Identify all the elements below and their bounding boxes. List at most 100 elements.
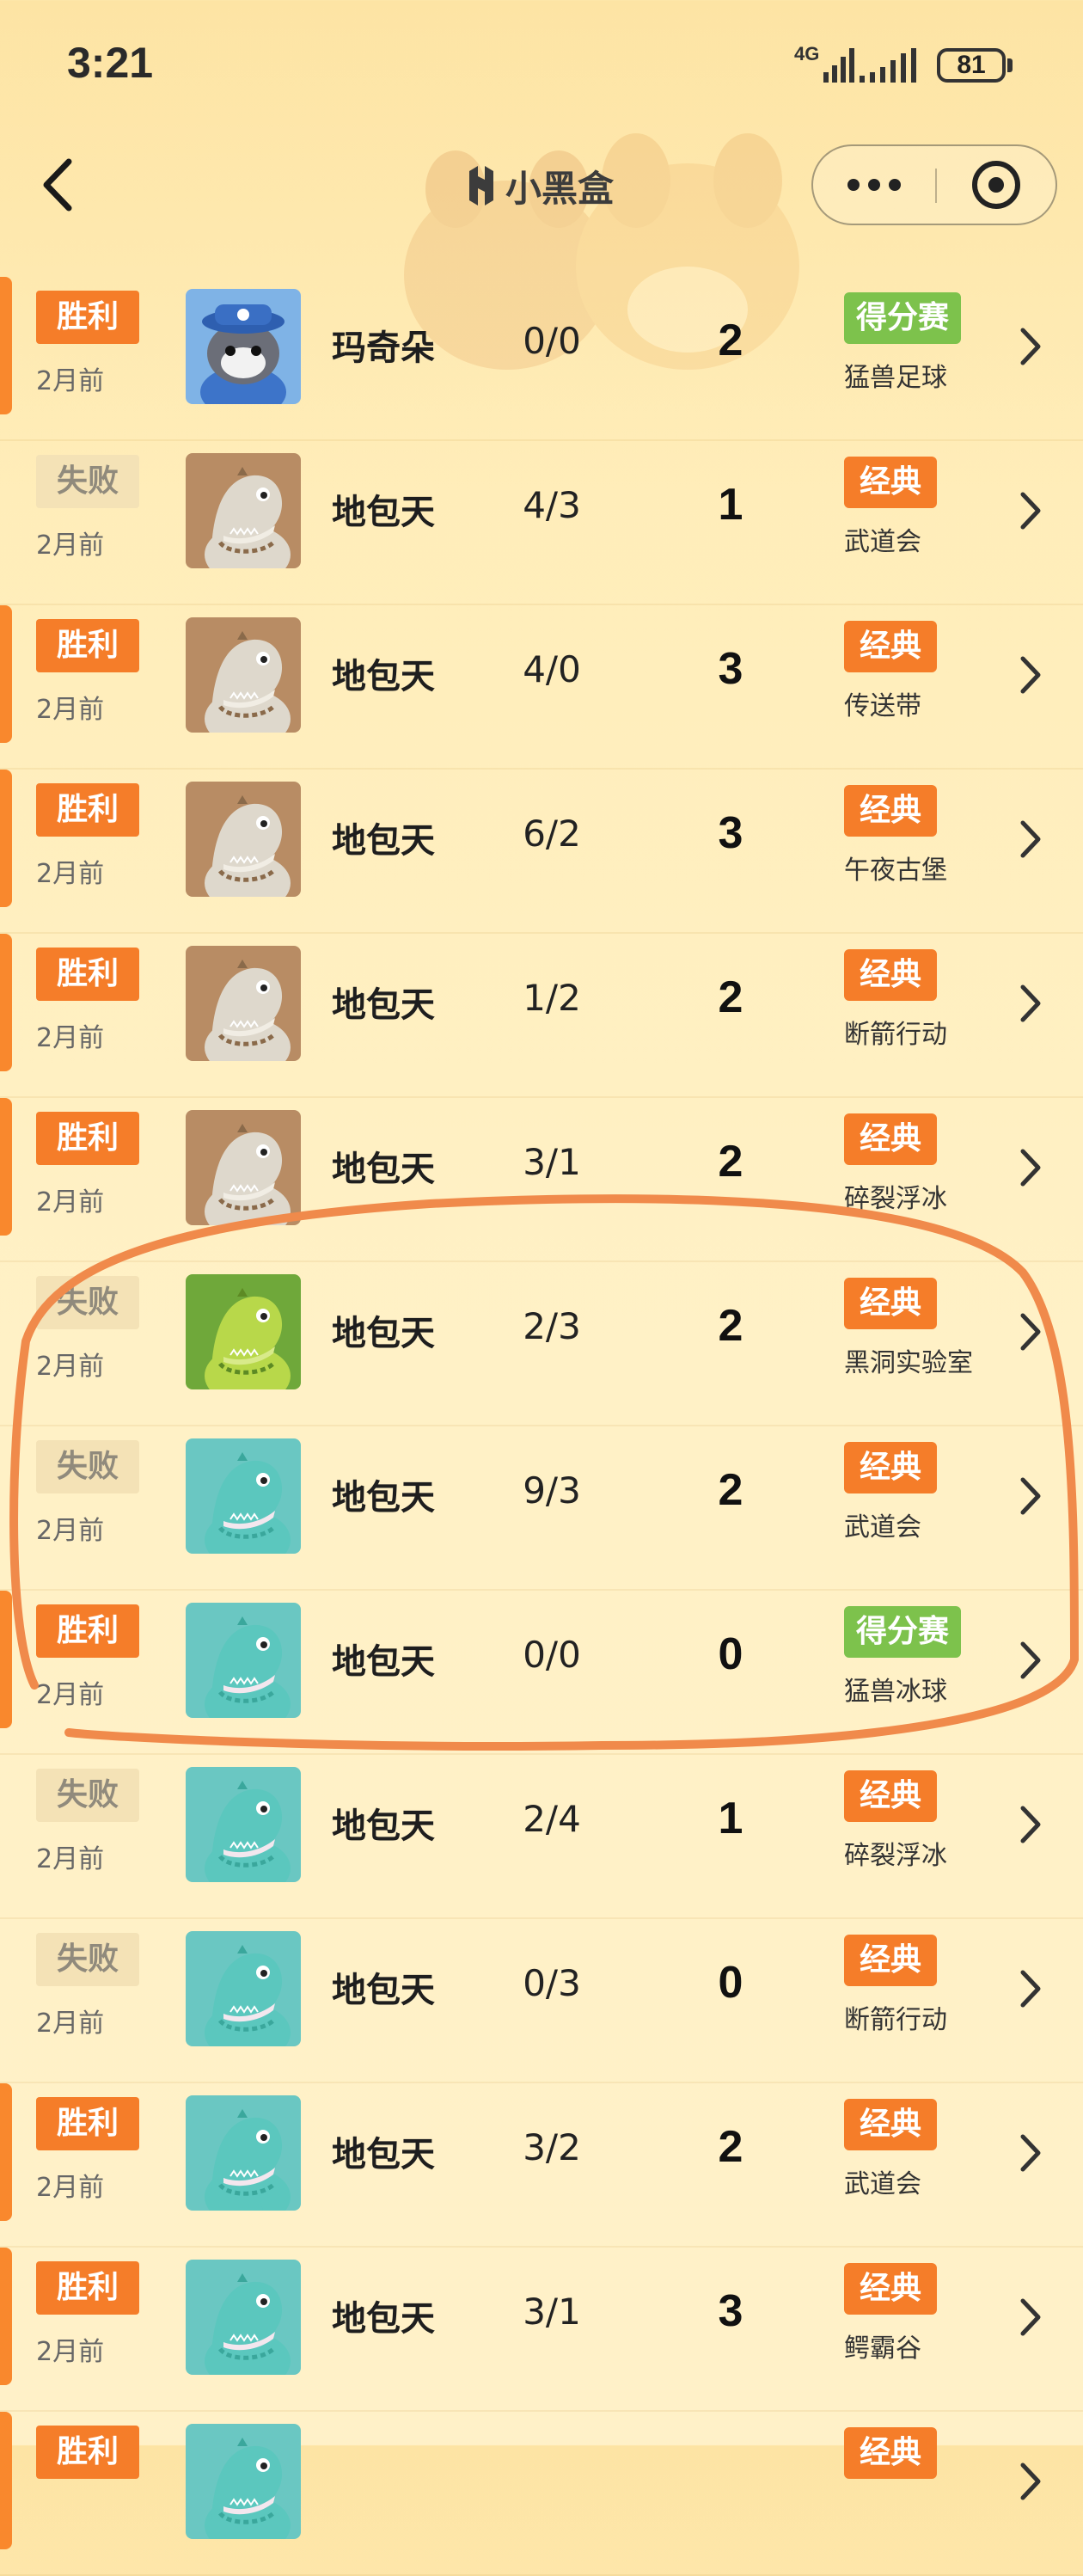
- player-avatar: [186, 2095, 301, 2211]
- player-name: 地包天: [332, 2135, 435, 2174]
- match-time: 2月前: [36, 531, 105, 561]
- close-button[interactable]: [937, 146, 1055, 224]
- chevron-right-icon: [1020, 2463, 1041, 2500]
- match-time: 2月前: [36, 2173, 105, 2203]
- result-badge: 胜利: [36, 2426, 139, 2479]
- result-badge: 失败: [36, 1276, 139, 1329]
- game-mode-tag: 经典: [844, 1113, 937, 1165]
- back-chevron-icon[interactable]: [34, 155, 86, 215]
- player-name: 地包天: [332, 1314, 435, 1353]
- match-score: 2: [718, 972, 743, 1022]
- match-score: 2: [718, 1465, 743, 1515]
- game-mode-tag: 得分赛: [844, 292, 962, 344]
- match-row[interactable]: 失败 2月前 地包天 0/3 0 经典 断箭行动: [0, 1919, 1083, 2083]
- match-row[interactable]: 胜利 2月前 地包天 6/2 3 经典 午夜古堡: [0, 770, 1083, 934]
- match-row[interactable]: 胜利 2月前 玛奇朵 0/0 2 得分赛 猛兽足球: [0, 277, 1083, 441]
- player-avatar: [186, 1274, 301, 1389]
- win-indicator-bar: [0, 1591, 12, 1728]
- win-indicator-bar: [0, 770, 12, 907]
- kill-death: 1/2: [523, 977, 581, 1019]
- xiaoheihe-logo-icon: [469, 166, 493, 205]
- match-score: 3: [718, 808, 743, 858]
- match-row[interactable]: 失败 2月前 地包天 2/3 2 经典 黑洞实验室: [0, 1262, 1083, 1426]
- status-bar: 3:21 4G 81: [0, 0, 1083, 129]
- map-name: 碎裂浮冰: [844, 1841, 947, 1871]
- player-name: 地包天: [332, 1150, 435, 1189]
- game-mode-tag: 经典: [844, 457, 937, 508]
- map-name: 武道会: [844, 527, 921, 557]
- match-score: 2: [718, 1137, 743, 1187]
- match-row[interactable]: 胜利 2月前 地包天 3/2 2 经典 武道会: [0, 2083, 1083, 2248]
- result-badge: 胜利: [36, 291, 139, 344]
- match-row[interactable]: 胜利 2月前 地包天 1/2 2 经典 断箭行动: [0, 934, 1083, 1098]
- player-avatar: [186, 1603, 301, 1718]
- chevron-right-icon: [1020, 820, 1041, 858]
- match-row[interactable]: 胜利 经典: [0, 2412, 1083, 2576]
- chevron-right-icon: [1020, 656, 1041, 694]
- match-time: 2月前: [36, 1023, 105, 1053]
- match-time: 2月前: [36, 1516, 105, 1546]
- more-dot-icon: [889, 179, 901, 191]
- match-row[interactable]: 失败 2月前 地包天 2/4 1 经典 碎裂浮冰: [0, 1755, 1083, 1919]
- kill-death: 2/3: [523, 1305, 581, 1347]
- map-name: 鳄霸谷: [844, 2334, 921, 2364]
- kill-death: 3/1: [523, 1141, 581, 1183]
- match-time: 2月前: [36, 1187, 105, 1217]
- match-row[interactable]: 失败 2月前 地包天 9/3 2 经典 武道会: [0, 1426, 1083, 1591]
- app-name: 小黑盒: [505, 167, 615, 210]
- match-time: 2月前: [36, 2009, 105, 2039]
- game-mode-tag: 经典: [844, 949, 937, 1001]
- battery-tip: [1007, 58, 1013, 72]
- chevron-right-icon: [1020, 1806, 1041, 1843]
- player-avatar: [186, 453, 301, 568]
- win-indicator-bar: [0, 2248, 12, 2385]
- match-score: 1: [718, 480, 743, 530]
- player-avatar: [186, 1931, 301, 2046]
- match-time: 2月前: [36, 859, 105, 889]
- kill-death: 3/2: [523, 2126, 581, 2168]
- map-name: 碎裂浮冰: [844, 1184, 947, 1214]
- win-indicator-bar: [0, 1098, 12, 1236]
- match-row[interactable]: 胜利 2月前 地包天 0/0 0 得分赛 猛兽冰球: [0, 1591, 1083, 1755]
- match-row[interactable]: 胜利 2月前 地包天 3/1 2 经典 碎裂浮冰: [0, 1098, 1083, 1262]
- more-button[interactable]: [813, 146, 935, 224]
- player-name: 地包天: [332, 493, 435, 532]
- kill-death: 2/4: [523, 1798, 581, 1840]
- player-avatar: [186, 946, 301, 1061]
- match-history-list: 胜利 2月前 玛奇朵 0/0 2 得分赛 猛兽足球 失败 2月前 地包天 4/3…: [0, 277, 1083, 2576]
- chevron-right-icon: [1020, 984, 1041, 1022]
- match-score: 0: [718, 1629, 743, 1679]
- result-badge: 失败: [36, 455, 139, 508]
- kill-death: 4/0: [523, 648, 581, 690]
- target-close-icon: [972, 161, 1020, 209]
- player-avatar: [186, 289, 301, 404]
- match-row[interactable]: 胜利 2月前 地包天 4/0 3 经典 传送带: [0, 605, 1083, 770]
- result-badge: 胜利: [36, 2261, 139, 2315]
- result-badge: 胜利: [36, 2097, 139, 2150]
- chevron-right-icon: [1020, 328, 1041, 365]
- map-name: 午夜古堡: [844, 856, 947, 886]
- player-name: 地包天: [332, 1971, 435, 2010]
- map-name: 武道会: [844, 2169, 921, 2199]
- match-score: 0: [718, 1958, 743, 2008]
- match-time: 2月前: [36, 366, 105, 396]
- win-indicator-bar: [0, 2412, 12, 2549]
- player-avatar: [186, 1438, 301, 1554]
- win-indicator-bar: [0, 934, 12, 1071]
- game-mode-tag: 经典: [844, 1770, 937, 1822]
- network-type: 4G: [794, 43, 820, 64]
- chevron-right-icon: [1020, 1149, 1041, 1187]
- win-indicator-bar: [0, 2083, 12, 2221]
- game-mode-tag: 经典: [844, 1442, 937, 1493]
- kill-death: 4/3: [523, 484, 581, 526]
- result-badge: 失败: [36, 1933, 139, 1986]
- match-score: 2: [718, 2122, 743, 2172]
- match-row[interactable]: 失败 2月前 地包天 4/3 1 经典 武道会: [0, 441, 1083, 605]
- kill-death: 9/3: [523, 1469, 581, 1512]
- win-indicator-bar: [0, 605, 12, 743]
- match-row[interactable]: 胜利 2月前 地包天 3/1 3 经典 鳄霸谷: [0, 2248, 1083, 2412]
- player-avatar: [186, 1110, 301, 1225]
- player-name: 地包天: [332, 1642, 435, 1682]
- game-mode-tag: 经典: [844, 2099, 937, 2150]
- game-mode-tag: 经典: [844, 1278, 937, 1329]
